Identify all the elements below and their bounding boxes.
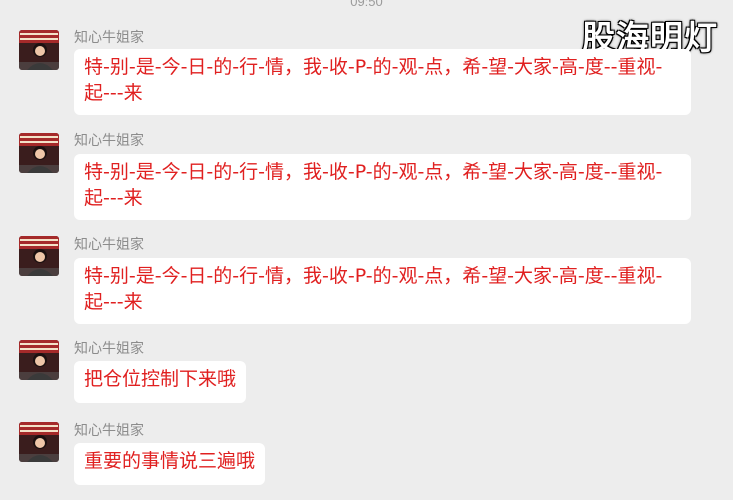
message-bubble[interactable]: 把仓位控制下来哦 [74,361,247,403]
avatar-image [19,340,59,380]
sender-name: 知心牛姐家 [74,133,144,149]
sender-avatar[interactable] [19,133,59,173]
avatar-image [19,422,59,462]
sender-name: 知心牛姐家 [74,423,144,439]
avatar-image [19,236,59,276]
sender-name: 知心牛姐家 [74,341,144,357]
message-timestamp: 09:50 [350,0,383,9]
message-bubble[interactable]: 特-别-是-今-日-的-行-情，我-收-P-的-观-点，希-望-大家-高-度--… [74,154,691,220]
sender-avatar[interactable] [19,422,59,462]
avatar-image [19,133,59,173]
sender-name: 知心牛姐家 [74,30,144,46]
sender-avatar[interactable] [19,30,59,70]
sender-avatar[interactable] [19,340,59,380]
avatar-image [19,30,59,70]
sender-name: 知心牛姐家 [74,237,144,253]
message-bubble[interactable]: 重要的事情说三遍哦 [74,443,266,485]
message-bubble[interactable]: 特-别-是-今-日-的-行-情，我-收-P-的-观-点，希-望-大家-高-度--… [74,258,691,324]
sender-avatar[interactable] [19,236,59,276]
message-bubble[interactable]: 特-别-是-今-日-的-行-情，我-收-P-的-观-点，希-望-大家-高-度--… [74,49,691,115]
